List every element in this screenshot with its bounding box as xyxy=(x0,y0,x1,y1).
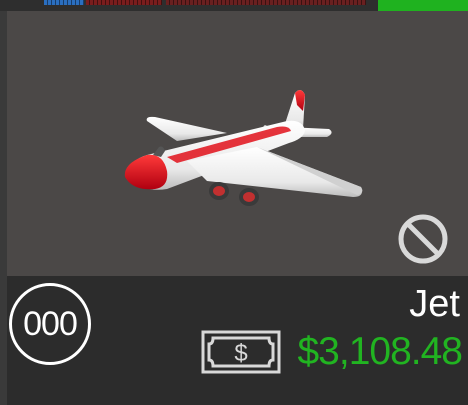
stat-bar-green xyxy=(378,0,468,11)
currency-symbol: $ xyxy=(235,340,248,367)
price-row: $ $3,108.48 xyxy=(201,330,463,374)
banknote-icon: $ xyxy=(201,330,281,374)
price-label: $3,108.48 xyxy=(297,330,463,373)
jet-plane-image xyxy=(124,89,363,206)
vehicle-name: Jet xyxy=(409,283,460,325)
prohibited-icon xyxy=(398,214,448,264)
vehicle-preview[interactable] xyxy=(7,11,468,276)
stat-bar-blue xyxy=(44,0,84,5)
level-badge: 000 xyxy=(9,283,91,365)
stats-strip xyxy=(0,0,468,11)
stat-bar-red-2 xyxy=(166,0,366,5)
stat-bar-red-1 xyxy=(86,0,162,5)
